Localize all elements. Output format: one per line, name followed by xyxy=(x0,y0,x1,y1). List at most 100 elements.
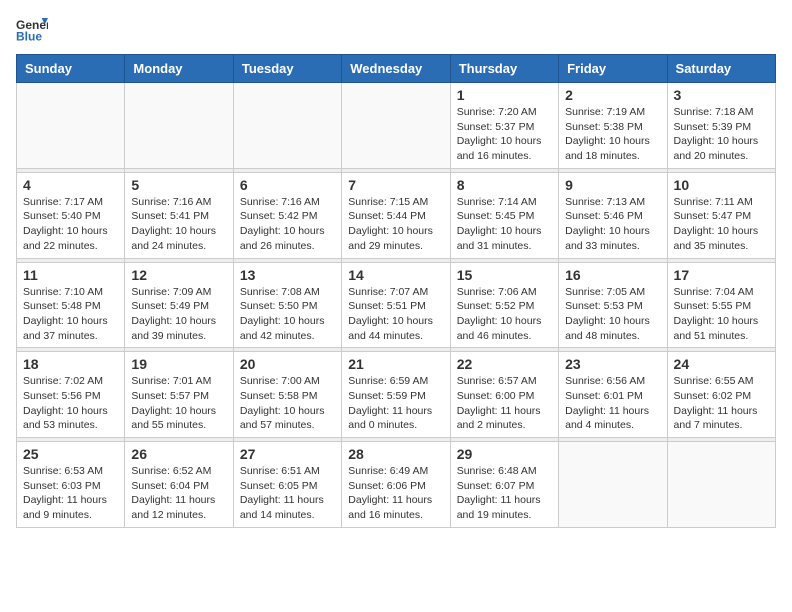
day-number: 26 xyxy=(131,446,226,462)
day-number: 24 xyxy=(674,356,769,372)
calendar-week-row: 4 Sunrise: 7:17 AM Sunset: 5:40 PM Daylig… xyxy=(17,172,776,258)
day-number: 2 xyxy=(565,87,660,103)
calendar-day-24: 24 Sunrise: 6:55 AM Sunset: 6:02 PM Dayli… xyxy=(667,352,775,438)
day-info: Sunrise: 6:57 AM Sunset: 6:00 PM Dayligh… xyxy=(457,374,552,433)
calendar-day-11: 11 Sunrise: 7:10 AM Sunset: 5:48 PM Dayli… xyxy=(17,262,125,348)
logo: General Blue xyxy=(16,16,52,44)
calendar-day-26: 26 Sunrise: 6:52 AM Sunset: 6:04 PM Dayli… xyxy=(125,442,233,528)
day-info: Sunrise: 7:04 AM Sunset: 5:55 PM Dayligh… xyxy=(674,285,769,344)
calendar-day-7: 7 Sunrise: 7:15 AM Sunset: 5:44 PM Daylig… xyxy=(342,172,450,258)
calendar-day-18: 18Sunrise: 7:02 AM Sunset: 5:56 PM Dayli… xyxy=(17,352,125,438)
day-number: 16 xyxy=(565,267,660,283)
calendar-day-27: 27 Sunrise: 6:51 AM Sunset: 6:05 PM Dayli… xyxy=(233,442,341,528)
calendar-day-22: 22 Sunrise: 6:57 AM Sunset: 6:00 PM Dayli… xyxy=(450,352,558,438)
day-info: Sunrise: 7:07 AM Sunset: 5:51 PM Dayligh… xyxy=(348,285,443,344)
calendar-day-8: 8Sunrise: 7:14 AM Sunset: 5:45 PM Daylig… xyxy=(450,172,558,258)
day-number: 12 xyxy=(131,267,226,283)
calendar-day-17: 17Sunrise: 7:04 AM Sunset: 5:55 PM Dayli… xyxy=(667,262,775,348)
calendar-day-19: 19 Sunrise: 7:01 AM Sunset: 5:57 PM Dayli… xyxy=(125,352,233,438)
day-info: Sunrise: 7:01 AM Sunset: 5:57 PM Dayligh… xyxy=(131,374,226,433)
day-info: Sunrise: 7:09 AM Sunset: 5:49 PM Dayligh… xyxy=(131,285,226,344)
day-header-wednesday: Wednesday xyxy=(342,55,450,83)
day-number: 19 xyxy=(131,356,226,372)
calendar-week-row: 1 Sunrise: 7:20 AM Sunset: 5:37 PM Daylig… xyxy=(17,83,776,169)
calendar-day-6: 6 Sunrise: 7:16 AM Sunset: 5:42 PM Daylig… xyxy=(233,172,341,258)
calendar-day-20: 20 Sunrise: 7:00 AM Sunset: 5:58 PM Dayli… xyxy=(233,352,341,438)
calendar-day-23: 23 Sunrise: 6:56 AM Sunset: 6:01 PM Dayli… xyxy=(559,352,667,438)
calendar-day-5: 5 Sunrise: 7:16 AM Sunset: 5:41 PM Daylig… xyxy=(125,172,233,258)
day-info: Sunrise: 7:14 AM Sunset: 5:45 PM Dayligh… xyxy=(457,195,552,254)
calendar-day-15: 15Sunrise: 7:06 AM Sunset: 5:52 PM Dayli… xyxy=(450,262,558,348)
calendar-day-2: 2 Sunrise: 7:19 AM Sunset: 5:38 PM Daylig… xyxy=(559,83,667,169)
day-number: 9 xyxy=(565,177,660,193)
day-info: Sunrise: 7:16 AM Sunset: 5:42 PM Dayligh… xyxy=(240,195,335,254)
calendar-day-21: 21Sunrise: 6:59 AM Sunset: 5:59 PM Dayli… xyxy=(342,352,450,438)
day-header-friday: Friday xyxy=(559,55,667,83)
day-info: Sunrise: 7:15 AM Sunset: 5:44 PM Dayligh… xyxy=(348,195,443,254)
calendar: SundayMondayTuesdayWednesdayThursdayFrid… xyxy=(16,54,776,528)
day-number: 20 xyxy=(240,356,335,372)
calendar-empty-cell xyxy=(233,83,341,169)
day-info: Sunrise: 6:49 AM Sunset: 6:06 PM Dayligh… xyxy=(348,464,443,523)
calendar-day-1: 1 Sunrise: 7:20 AM Sunset: 5:37 PM Daylig… xyxy=(450,83,558,169)
day-number: 27 xyxy=(240,446,335,462)
day-header-monday: Monday xyxy=(125,55,233,83)
logo-icon: General Blue xyxy=(16,16,48,44)
day-number: 10 xyxy=(674,177,769,193)
day-info: Sunrise: 7:19 AM Sunset: 5:38 PM Dayligh… xyxy=(565,105,660,164)
day-info: Sunrise: 6:51 AM Sunset: 6:05 PM Dayligh… xyxy=(240,464,335,523)
day-number: 25 xyxy=(23,446,118,462)
calendar-day-3: 3 Sunrise: 7:18 AM Sunset: 5:39 PM Daylig… xyxy=(667,83,775,169)
calendar-day-25: 25Sunrise: 6:53 AM Sunset: 6:03 PM Dayli… xyxy=(17,442,125,528)
day-info: Sunrise: 7:18 AM Sunset: 5:39 PM Dayligh… xyxy=(674,105,769,164)
day-number: 13 xyxy=(240,267,335,283)
day-info: Sunrise: 6:59 AM Sunset: 5:59 PM Dayligh… xyxy=(348,374,443,433)
calendar-header-row: SundayMondayTuesdayWednesdayThursdayFrid… xyxy=(17,55,776,83)
calendar-empty-cell xyxy=(125,83,233,169)
day-info: Sunrise: 6:55 AM Sunset: 6:02 PM Dayligh… xyxy=(674,374,769,433)
day-number: 29 xyxy=(457,446,552,462)
calendar-day-12: 12 Sunrise: 7:09 AM Sunset: 5:49 PM Dayli… xyxy=(125,262,233,348)
calendar-empty-cell xyxy=(342,83,450,169)
calendar-day-10: 10 Sunrise: 7:11 AM Sunset: 5:47 PM Dayli… xyxy=(667,172,775,258)
calendar-empty-cell xyxy=(17,83,125,169)
day-number: 4 xyxy=(23,177,118,193)
calendar-week-row: 11 Sunrise: 7:10 AM Sunset: 5:48 PM Dayli… xyxy=(17,262,776,348)
calendar-week-row: 25Sunrise: 6:53 AM Sunset: 6:03 PM Dayli… xyxy=(17,442,776,528)
day-info: Sunrise: 7:20 AM Sunset: 5:37 PM Dayligh… xyxy=(457,105,552,164)
day-info: Sunrise: 6:52 AM Sunset: 6:04 PM Dayligh… xyxy=(131,464,226,523)
day-number: 7 xyxy=(348,177,443,193)
day-number: 11 xyxy=(23,267,118,283)
day-info: Sunrise: 7:10 AM Sunset: 5:48 PM Dayligh… xyxy=(23,285,118,344)
day-number: 18 xyxy=(23,356,118,372)
day-header-sunday: Sunday xyxy=(17,55,125,83)
day-info: Sunrise: 7:06 AM Sunset: 5:52 PM Dayligh… xyxy=(457,285,552,344)
day-number: 5 xyxy=(131,177,226,193)
day-info: Sunrise: 7:08 AM Sunset: 5:50 PM Dayligh… xyxy=(240,285,335,344)
day-info: Sunrise: 6:56 AM Sunset: 6:01 PM Dayligh… xyxy=(565,374,660,433)
day-info: Sunrise: 7:17 AM Sunset: 5:40 PM Dayligh… xyxy=(23,195,118,254)
day-number: 6 xyxy=(240,177,335,193)
day-number: 23 xyxy=(565,356,660,372)
day-info: Sunrise: 7:16 AM Sunset: 5:41 PM Dayligh… xyxy=(131,195,226,254)
day-number: 22 xyxy=(457,356,552,372)
day-number: 1 xyxy=(457,87,552,103)
calendar-day-4: 4 Sunrise: 7:17 AM Sunset: 5:40 PM Daylig… xyxy=(17,172,125,258)
calendar-day-29: 29 Sunrise: 6:48 AM Sunset: 6:07 PM Dayli… xyxy=(450,442,558,528)
day-number: 28 xyxy=(348,446,443,462)
calendar-week-row: 18Sunrise: 7:02 AM Sunset: 5:56 PM Dayli… xyxy=(17,352,776,438)
calendar-day-9: 9Sunrise: 7:13 AM Sunset: 5:46 PM Daylig… xyxy=(559,172,667,258)
day-info: Sunrise: 7:05 AM Sunset: 5:53 PM Dayligh… xyxy=(565,285,660,344)
svg-text:Blue: Blue xyxy=(16,29,42,43)
calendar-day-14: 14Sunrise: 7:07 AM Sunset: 5:51 PM Dayli… xyxy=(342,262,450,348)
day-info: Sunrise: 7:00 AM Sunset: 5:58 PM Dayligh… xyxy=(240,374,335,433)
header: General Blue xyxy=(16,16,776,44)
calendar-day-28: 28 Sunrise: 6:49 AM Sunset: 6:06 PM Dayli… xyxy=(342,442,450,528)
calendar-empty-cell xyxy=(559,442,667,528)
day-info: Sunrise: 6:48 AM Sunset: 6:07 PM Dayligh… xyxy=(457,464,552,523)
calendar-day-16: 16 Sunrise: 7:05 AM Sunset: 5:53 PM Dayli… xyxy=(559,262,667,348)
calendar-empty-cell xyxy=(667,442,775,528)
day-info: Sunrise: 7:11 AM Sunset: 5:47 PM Dayligh… xyxy=(674,195,769,254)
day-number: 3 xyxy=(674,87,769,103)
day-header-thursday: Thursday xyxy=(450,55,558,83)
